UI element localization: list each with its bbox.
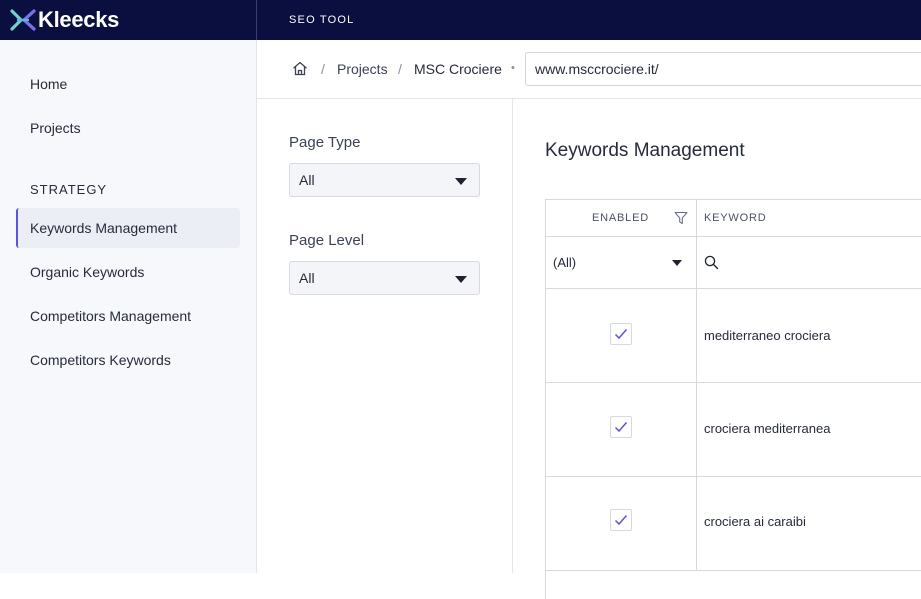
breadcrumb-dot: • (511, 62, 515, 74)
table-row: crociera mediterranea (697, 383, 921, 477)
logo-text: Kleecks (38, 7, 120, 32)
check-icon (614, 422, 628, 433)
page-level-label: Page Level (289, 232, 365, 249)
breadcrumb-separator: / (321, 61, 325, 77)
column-header-keyword-label: KEYWORD (704, 212, 767, 224)
page-title: Keywords Management (545, 140, 745, 161)
keywords-grid: ENABLED KEYWORD (All) mediterraneo croci… (545, 199, 921, 599)
sidebar-item-label: Competitors Keywords (30, 352, 171, 368)
table-row (546, 383, 697, 477)
page-level-value: All (299, 270, 315, 286)
caret-down-icon (455, 178, 467, 185)
kleecks-logo-mark-icon (10, 9, 36, 31)
kleecks-logo[interactable]: Kleecks (10, 7, 120, 32)
keyword-cell: crociera mediterranea (704, 421, 831, 436)
table-row (546, 477, 697, 571)
filters-panel: Page Type All Page Level All (257, 99, 513, 573)
sidebar-item-label: Organic Keywords (30, 264, 145, 280)
breadcrumb-msc-crociere[interactable]: MSC Crociere (414, 61, 502, 77)
keyword-cell: mediterraneo crociera (704, 328, 831, 343)
breadcrumb-projects[interactable]: Projects (337, 61, 388, 77)
enabled-checkbox[interactable] (610, 416, 632, 438)
page-type-value: All (299, 172, 315, 188)
sidebar-item-competitors-keywords[interactable]: Competitors Keywords (16, 340, 240, 380)
sidebar-item-competitors-management[interactable]: Competitors Management (16, 296, 240, 336)
sidebar: Home Projects STRATEGY Keywords Manageme… (0, 40, 257, 573)
enabled-filter-value: (All) (553, 255, 577, 270)
column-header-enabled[interactable]: ENABLED (546, 200, 697, 237)
keyword-cell: crociera ai caraibi (704, 514, 806, 529)
app-name: SEO TOOL (289, 14, 355, 26)
home-icon[interactable] (292, 61, 308, 76)
sidebar-item-label: Competitors Management (30, 308, 192, 324)
sidebar-link-home[interactable]: Home (30, 76, 67, 92)
top-bar: Kleecks SEO TOOL (0, 0, 921, 40)
topbar-divider (256, 0, 257, 40)
check-icon (614, 515, 628, 526)
keyword-search-input[interactable] (697, 237, 921, 289)
sidebar-section-strategy: STRATEGY (30, 182, 108, 197)
enabled-filter-select[interactable]: (All) (546, 237, 697, 289)
enabled-checkbox[interactable] (610, 509, 632, 531)
page-type-label: Page Type (289, 134, 361, 151)
sidebar-item-organic-keywords[interactable]: Organic Keywords (16, 252, 240, 292)
search-icon (704, 255, 719, 270)
filter-icon[interactable] (674, 211, 688, 225)
page-level-select[interactable]: All (289, 261, 480, 295)
enabled-checkbox[interactable] (610, 323, 632, 345)
main-content: Keywords Management ENABLED KEYWORD (All… (513, 99, 921, 599)
caret-down-icon (455, 276, 467, 283)
sidebar-link-projects[interactable]: Projects (30, 120, 81, 136)
table-row: mediterraneo crociera (697, 289, 921, 383)
table-row (546, 289, 697, 383)
table-row: crociera ai caraibi (697, 477, 921, 571)
page-type-select[interactable]: All (289, 163, 480, 197)
column-header-keyword[interactable]: KEYWORD (697, 200, 921, 237)
column-header-enabled-label: ENABLED (592, 212, 649, 224)
url-input[interactable] (525, 52, 921, 86)
sidebar-item-keywords-management[interactable]: Keywords Management (16, 208, 240, 248)
sidebar-item-label: Keywords Management (30, 220, 178, 236)
caret-down-icon (672, 260, 682, 266)
breadcrumb: / Projects / MSC Crociere • (257, 40, 921, 99)
breadcrumb-separator: / (398, 61, 402, 77)
check-icon (614, 329, 628, 340)
